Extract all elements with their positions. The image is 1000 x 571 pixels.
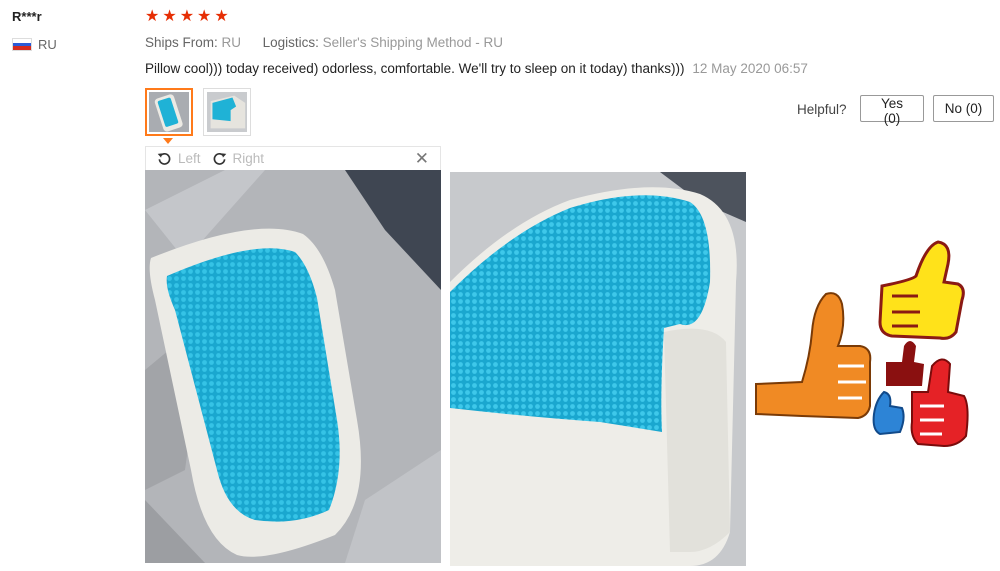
star-icon: ★: [197, 8, 212, 25]
star-icon: ★: [179, 8, 195, 25]
reviewer-country: RU: [12, 37, 57, 52]
rotate-right-label: Right: [232, 151, 265, 166]
country-code: RU: [38, 37, 57, 52]
pillow-photo-thumbnail: [207, 92, 247, 132]
rotate-left-icon: [157, 153, 171, 165]
reviewer-name: R***r: [12, 9, 42, 24]
star-icon: ★: [214, 8, 229, 25]
pillow-photo-thumbnail: [149, 92, 189, 132]
pillow-photo-2: [450, 172, 746, 566]
image-viewer-toolbar: Left Right ✕: [145, 146, 441, 170]
helpful-yes-button[interactable]: Yes (0): [860, 95, 924, 126]
review-photo-2: [450, 172, 746, 566]
close-icon[interactable]: ✕: [415, 149, 429, 169]
review-photo-1: [145, 170, 441, 563]
helpful-label: Helpful?: [797, 102, 847, 117]
review-date: 12 May 2020 06:57: [692, 61, 808, 76]
rotate-left-label: Left: [178, 151, 201, 166]
rotate-left-button[interactable]: Left: [156, 150, 201, 167]
star-icon: ★: [145, 8, 160, 25]
review-body: Pillow cool))) today received) odorless,…: [145, 61, 808, 76]
rotate-right-icon: [213, 153, 226, 165]
shipping-info: Ships From: RU Logistics: Seller's Shipp…: [145, 35, 503, 50]
rotate-right-button[interactable]: Right: [211, 150, 265, 167]
logistics-value: Seller's Shipping Method - RU: [322, 35, 504, 50]
helpful-no-button[interactable]: No (0): [933, 95, 994, 122]
russia-flag-icon: [12, 38, 32, 51]
active-thumbnail-caret: [163, 138, 173, 144]
logistics-label: Logistics:: [262, 35, 319, 50]
star-icon: ★: [162, 8, 177, 25]
photo-thumbnail-1[interactable]: [145, 88, 193, 136]
ships-from-value: RU: [221, 35, 242, 50]
thumbs-up-icon: [755, 240, 969, 448]
review-text: Pillow cool))) today received) odorless,…: [145, 61, 685, 76]
ships-from-label: Ships From:: [145, 35, 218, 50]
pillow-photo-1: [145, 170, 441, 563]
photo-thumbnail-2[interactable]: [203, 88, 251, 136]
star-rating: ★ ★ ★ ★ ★: [145, 7, 229, 27]
thumbs-up-sticker: [752, 236, 982, 456]
